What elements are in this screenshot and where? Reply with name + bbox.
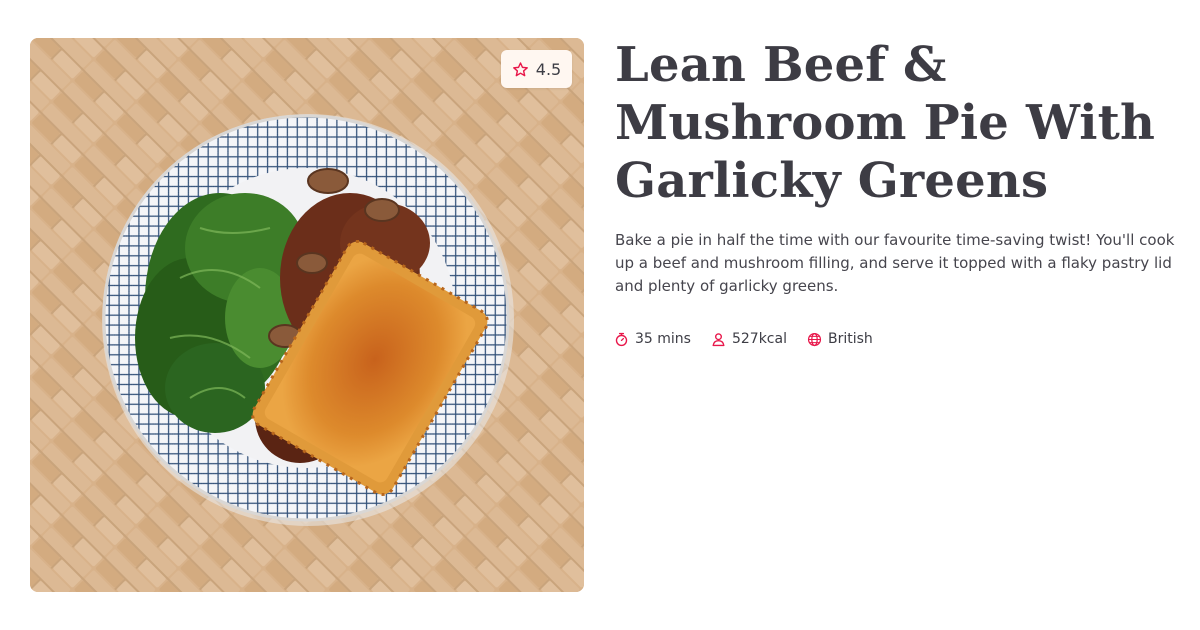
meta-calories: 527kcal (711, 331, 787, 347)
rating-value: 4.5 (535, 59, 562, 79)
globe-icon (807, 332, 822, 346)
star-outline-icon (512, 61, 528, 76)
recipe-title: Lean Beef & Mushroom Pie With Garlicky G… (615, 37, 1156, 209)
person-icon (712, 332, 725, 346)
meta-time-label: 35 mins (635, 331, 691, 347)
recipe-description: Bake a pie in half the time with our fav… (615, 231, 1175, 295)
rating-badge: 4.5 (501, 50, 572, 88)
meta-cuisine: British (807, 331, 873, 347)
recipe-photo (30, 38, 584, 592)
meta-calories-label: 527kcal (731, 331, 787, 347)
meta-time: 35 mins (614, 331, 691, 347)
recipe-meta: 35 mins 527kcal British (614, 331, 873, 347)
stopwatch-icon (615, 332, 628, 346)
meta-cuisine-label: British (827, 331, 873, 347)
